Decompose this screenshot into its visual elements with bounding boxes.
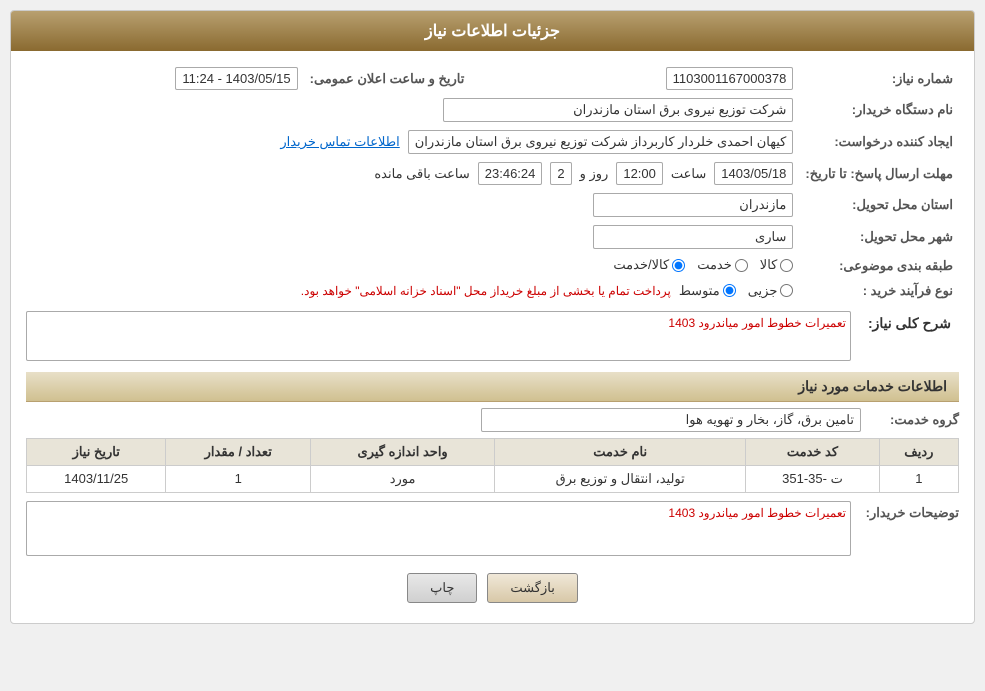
info-table: شماره نیاز: 1103001167000378 تاریخ و ساع…: [26, 63, 959, 303]
name-dastgah-label: نام دستگاه خریدار:: [799, 94, 959, 126]
page-header: جزئیات اطلاعات نیاز: [11, 11, 974, 51]
cell-code-khedmat: ت -35-351: [746, 465, 879, 492]
services-table: ردیف کد خدمت نام خدمت واحد اندازه گیری ت…: [26, 438, 959, 493]
cell-taarikh-niyaz: 1403/11/25: [27, 465, 166, 492]
radio-khedmat[interactable]: خدمت: [697, 257, 748, 273]
saat-value: 12:00: [616, 162, 663, 185]
button-row: بازگشت چاپ: [26, 573, 959, 603]
ostan-tahvil-label: استان محل تحویل:: [799, 189, 959, 221]
col-taarikh-niyaz: تاریخ نیاز: [27, 438, 166, 465]
roz-label: روز و: [580, 166, 609, 182]
goroh-khedmat-label: گروه خدمت:: [869, 412, 959, 428]
saat-label: ساعت: [671, 166, 706, 182]
baqi-mande-value: 23:46:24: [478, 162, 543, 185]
print-button[interactable]: چاپ: [407, 573, 477, 603]
taarikh-oalan-value: 1403/05/15 - 11:24: [175, 67, 297, 90]
ijad-konande-label: ایجاد کننده درخواست:: [799, 126, 959, 158]
cell-name-khedmat: تولید، انتقال و توزیع برق: [495, 465, 746, 492]
tozihat-label: توضیحات خریدار:: [859, 501, 959, 521]
radio-jozii-label: جزیی: [748, 283, 778, 299]
radio-kala-label: کالا: [760, 257, 778, 273]
goroh-khedmat-value: تامین برق، گاز، بخار و تهویه هوا: [481, 408, 861, 432]
cell-tedad-megdar: 1: [166, 465, 311, 492]
etelaat-tamas-link[interactable]: اطلاعات تماس خریدار: [280, 134, 399, 150]
radio-kala[interactable]: کالا: [760, 257, 794, 273]
tozihat-textarea[interactable]: [26, 501, 851, 556]
radio-kala-khedmat-label: کالا/خدمت: [613, 257, 669, 273]
col-name-khedmat: نام خدمت: [495, 438, 746, 465]
shahr-tahvil-value: ساری: [593, 225, 793, 249]
name-dastgah-value: شرکت توزیع نیروی برق استان مازندران: [443, 98, 793, 122]
radio-khedmat-label: خدمت: [697, 257, 732, 273]
col-tedad-megdar: تعداد / مقدار: [166, 438, 311, 465]
shahr-tahvil-label: شهر محل تحویل:: [799, 221, 959, 253]
radio-jozii[interactable]: جزیی: [748, 283, 794, 299]
ijad-konande-value: کیهان احمدی خلردار کاربرداز شرکت توزیع ن…: [408, 130, 794, 154]
cell-radif: 1: [879, 465, 958, 492]
radio-motavasset[interactable]: متوسط: [679, 283, 736, 299]
nooe-farayand-label: نوع فرآیند خرید :: [799, 279, 959, 303]
taarikh-oalan-label: تاریخ و ساعت اعلان عمومی:: [304, 63, 471, 94]
cell-vahed-andaze: مورد: [311, 465, 495, 492]
pardakht-text: پرداخت تمام یا بخشی از مبلغ خریداز محل "…: [301, 284, 671, 298]
sharh-koli-area: تعمیرات خطوط امور میاندرود 1403: [26, 311, 851, 364]
back-button[interactable]: بازگشت: [487, 573, 577, 603]
tabaghebandi-label: طبقه بندی موضوعی:: [799, 253, 959, 279]
sharh-koli-label: شرح کلی نیاز:: [859, 311, 959, 336]
ostan-tahvil-value: مازندران: [593, 193, 793, 217]
col-radif: ردیف: [879, 438, 958, 465]
col-vahed-andaze: واحد اندازه گیری: [311, 438, 495, 465]
etelaat-khedmat-title: اطلاعات خدمات مورد نیاز: [26, 372, 959, 402]
tozihat-area: تعمیرات خطوط امور میاندرود 1403: [26, 501, 851, 559]
table-row: 1 ت -35-351 تولید، انتقال و توزیع برق مو…: [27, 465, 959, 492]
radio-motavasset-label: متوسط: [679, 283, 720, 299]
baqi-mande-label: ساعت باقی مانده: [374, 166, 469, 182]
sharh-koli-textarea[interactable]: [26, 311, 851, 361]
roz-value: 2: [550, 162, 571, 185]
mohlat-ersal-label: مهلت ارسال پاسخ: تا تاریخ:: [799, 158, 959, 189]
shomara-niyaz-label: شماره نیاز:: [799, 63, 959, 94]
header-title: جزئیات اطلاعات نیاز: [425, 23, 560, 40]
radio-kala-khedmat[interactable]: کالا/خدمت: [613, 257, 685, 273]
shomara-niyaz-value: 1103001167000378: [666, 67, 794, 90]
deadline-date: 1403/05/18: [714, 162, 793, 185]
col-code-khedmat: کد خدمت: [746, 438, 879, 465]
